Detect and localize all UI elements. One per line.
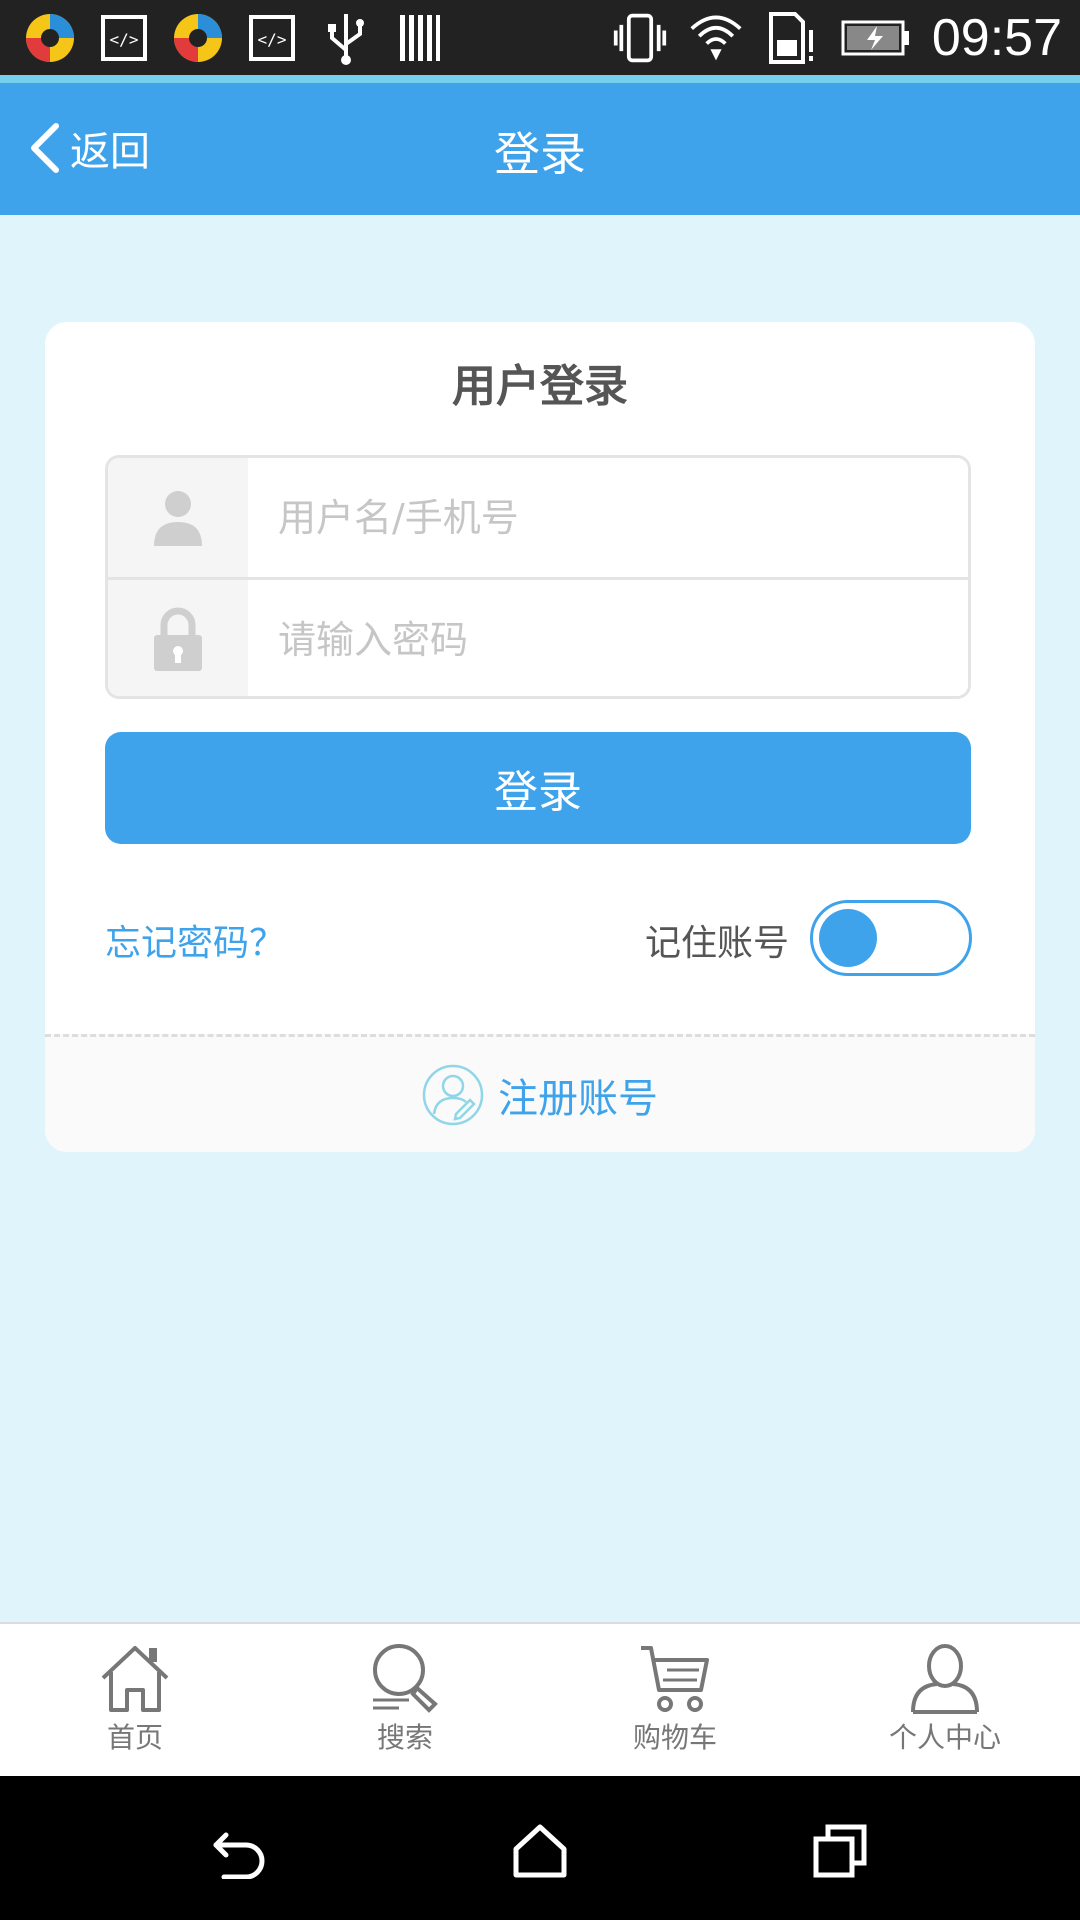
login-input-group (105, 455, 971, 699)
back-arrow-icon (213, 1832, 265, 1879)
battery-charging-icon (840, 10, 912, 66)
login-card-title: 用户登录 (452, 361, 628, 412)
page-title: 登录 (494, 127, 586, 181)
register-link[interactable]: 注册账号 (45, 1034, 1035, 1152)
system-navigation-bar (0, 1776, 1080, 1920)
status-bar: </> </> 09:57 (0, 0, 1080, 75)
login-button[interactable]: 登录 (105, 732, 971, 844)
status-left-icons: </> </> (22, 10, 448, 65)
status-right-icons: 09:57 (612, 8, 1062, 68)
bottom-tab-bar: 首页 搜索 购物车 个人中心 (0, 1622, 1080, 1778)
home-icon (101, 1646, 169, 1712)
recents-icon (813, 1824, 867, 1878)
tab-cart-label: 购物车 (632, 1721, 717, 1754)
password-input[interactable] (248, 580, 968, 696)
header-bar: 返回 登录 (0, 83, 1080, 215)
header-accent-line (0, 75, 1080, 83)
register-label: 注册账号 (498, 1075, 658, 1122)
nav-back-button[interactable] (205, 1816, 275, 1886)
svg-text:</>: </> (110, 30, 139, 49)
lock-icon (108, 580, 248, 696)
tab-home-label: 首页 (106, 1721, 163, 1754)
barcode-icon (392, 10, 448, 66)
username-input[interactable] (248, 458, 968, 577)
remember-account-label: 记住账号 (645, 923, 790, 964)
toggle-knob (819, 909, 877, 967)
password-row (108, 580, 968, 696)
user-icon (911, 1644, 979, 1714)
code-icon: </> (96, 10, 152, 66)
svg-text:</>: </> (258, 30, 287, 49)
sim-alert-icon (764, 10, 820, 66)
status-time: 09:57 (931, 9, 1062, 67)
nav-recents-button[interactable] (805, 1816, 875, 1886)
home-outline-icon (513, 1824, 567, 1878)
app-icon (170, 10, 226, 66)
code-icon: </> (244, 10, 300, 66)
wifi-icon (688, 10, 744, 66)
user-icon (108, 458, 248, 577)
tab-cart[interactable]: 购物车 (540, 1624, 810, 1778)
tab-profile[interactable]: 个人中心 (810, 1624, 1080, 1778)
search-icon (373, 1644, 438, 1713)
tab-search-label: 搜索 (376, 1721, 433, 1754)
app-icon (22, 10, 78, 66)
tab-profile-label: 个人中心 (888, 1721, 1001, 1754)
cart-icon (641, 1646, 709, 1712)
vibrate-icon (612, 10, 668, 66)
login-card: 用户登录 登录 忘记密码？ 记住账号 注册账号 (45, 322, 1035, 1152)
register-user-icon (422, 1064, 484, 1125)
forgot-password-link[interactable]: 忘记密码？ (105, 914, 285, 966)
username-row (108, 458, 968, 580)
remember-account-toggle[interactable] (810, 900, 972, 976)
nav-home-button[interactable] (505, 1816, 575, 1886)
usb-icon (318, 10, 374, 66)
tab-search[interactable]: 搜索 (270, 1624, 540, 1778)
tab-home[interactable]: 首页 (0, 1624, 270, 1778)
